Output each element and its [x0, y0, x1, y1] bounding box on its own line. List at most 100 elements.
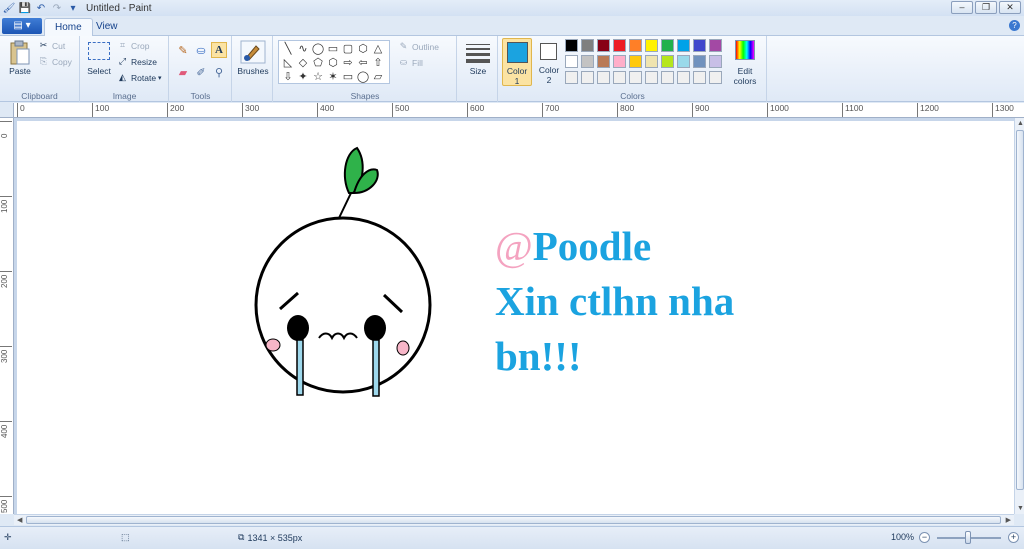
shape-option[interactable]: ⇩: [281, 70, 295, 83]
color1-button[interactable]: Color 1: [502, 38, 532, 86]
palette-swatch[interactable]: [709, 39, 722, 52]
shape-option[interactable]: △: [371, 42, 385, 55]
palette-swatch[interactable]: [613, 39, 626, 52]
restore-button[interactable]: ❐: [975, 1, 997, 14]
shape-option[interactable]: ☆: [311, 70, 325, 83]
drawing-canvas[interactable]: @Poodle Xin ctlhn nha bn!!!: [17, 121, 1014, 514]
zoom-out-button[interactable]: −: [919, 532, 930, 543]
palette-swatch[interactable]: [581, 71, 594, 84]
fill-bucket-icon[interactable]: ⛀: [193, 42, 209, 58]
pencil-icon[interactable]: ✎: [175, 42, 191, 58]
palette-swatch[interactable]: [709, 71, 722, 84]
palette-swatch[interactable]: [693, 39, 706, 52]
palette-swatch[interactable]: [629, 39, 642, 52]
shape-option[interactable]: ◯: [356, 70, 370, 83]
shape-option[interactable]: ⬡: [326, 56, 340, 69]
shape-option[interactable]: ◯: [311, 42, 325, 55]
brushes-button[interactable]: Brushes: [233, 66, 273, 76]
color2-button[interactable]: Color 2: [535, 38, 563, 86]
shape-option[interactable]: ⇦: [356, 56, 370, 69]
palette-swatch[interactable]: [581, 39, 594, 52]
size-icon[interactable]: [466, 42, 490, 63]
palette-swatch[interactable]: [645, 39, 658, 52]
paste-button[interactable]: Paste: [4, 66, 36, 76]
resize-button[interactable]: ⤢ Resize: [117, 56, 157, 67]
edit-colors-line2[interactable]: colors: [727, 76, 763, 86]
zoom-slider-thumb[interactable]: [965, 531, 971, 544]
minimize-button[interactable]: –: [951, 1, 973, 14]
palette-swatch[interactable]: [597, 39, 610, 52]
palette-swatch[interactable]: [613, 55, 626, 68]
scroll-left-icon[interactable]: ◀: [17, 516, 22, 524]
file-menu-button[interactable]: ▤ ▾: [2, 18, 42, 34]
close-button[interactable]: ✕: [999, 1, 1021, 14]
undo-icon[interactable]: ↶: [34, 1, 48, 15]
edit-colors-icon[interactable]: [735, 40, 755, 60]
paste-icon[interactable]: [9, 40, 31, 66]
palette-swatch[interactable]: [565, 55, 578, 68]
magnifier-icon[interactable]: ⚲: [211, 64, 227, 80]
fill-button[interactable]: ⛀ Fill: [398, 57, 423, 68]
palette-swatch[interactable]: [565, 71, 578, 84]
palette-swatch[interactable]: [661, 55, 674, 68]
palette-swatch[interactable]: [693, 71, 706, 84]
shape-option[interactable]: ✶: [326, 70, 340, 83]
palette-swatch[interactable]: [677, 39, 690, 52]
shape-option[interactable]: ⇧: [371, 56, 385, 69]
palette-swatch[interactable]: [677, 71, 690, 84]
scroll-up-icon[interactable]: ▲: [1017, 120, 1024, 127]
redo-icon[interactable]: ↷: [50, 1, 64, 15]
select-button[interactable]: Select: [83, 66, 115, 76]
copy-button[interactable]: ⎘ Copy: [38, 56, 72, 67]
rotate-button[interactable]: ◭ Rotate ▾: [117, 72, 162, 83]
tab-view[interactable]: View: [86, 18, 128, 37]
scroll-right-icon[interactable]: ▶: [1006, 516, 1011, 524]
palette-swatch[interactable]: [677, 55, 690, 68]
shape-option[interactable]: ⬠: [311, 56, 325, 69]
help-icon[interactable]: ?: [1009, 20, 1020, 31]
shape-option[interactable]: ⇨: [341, 56, 355, 69]
vertical-scroll-thumb[interactable]: [1016, 130, 1024, 490]
brush-icon[interactable]: [240, 40, 266, 64]
scroll-down-icon[interactable]: ▼: [1017, 505, 1024, 512]
shape-option[interactable]: ▢: [341, 42, 355, 55]
palette-swatch[interactable]: [597, 55, 610, 68]
select-icon[interactable]: [88, 42, 110, 60]
palette-swatch[interactable]: [613, 71, 626, 84]
palette-swatch[interactable]: [709, 55, 722, 68]
palette-swatch[interactable]: [645, 71, 658, 84]
palette-swatch[interactable]: [693, 55, 706, 68]
palette-swatch[interactable]: [645, 55, 658, 68]
shape-option[interactable]: ∿: [296, 42, 310, 55]
shape-option[interactable]: ◺: [281, 56, 295, 69]
paint-app-icon[interactable]: 🖌: [2, 1, 16, 15]
palette-swatch[interactable]: [629, 55, 642, 68]
shape-option[interactable]: ╲: [281, 42, 295, 55]
horizontal-scrollbar[interactable]: ◀ ▶: [14, 514, 1014, 525]
size-button[interactable]: Size: [458, 66, 498, 76]
palette-swatch[interactable]: [565, 39, 578, 52]
palette-swatch[interactable]: [581, 55, 594, 68]
shape-option[interactable]: ✦: [296, 70, 310, 83]
shape-option[interactable]: ▭: [326, 42, 340, 55]
horizontal-scroll-thumb[interactable]: [26, 516, 1001, 524]
shape-option[interactable]: ⬡: [356, 42, 370, 55]
edit-colors-line1[interactable]: Edit: [727, 66, 763, 76]
vertical-scrollbar[interactable]: ▲ ▼: [1014, 118, 1024, 514]
outline-button[interactable]: ✎ Outline: [398, 41, 439, 52]
shape-option[interactable]: ◇: [296, 56, 310, 69]
zoom-in-button[interactable]: +: [1008, 532, 1019, 543]
text-tool-icon[interactable]: A: [211, 42, 227, 58]
cut-button[interactable]: ✂ Cut: [38, 40, 66, 51]
palette-swatch[interactable]: [661, 39, 674, 52]
palette-swatch[interactable]: [629, 71, 642, 84]
crop-button[interactable]: ⌗ Crop: [117, 40, 149, 51]
save-icon[interactable]: 💾: [18, 1, 32, 15]
color-picker-icon[interactable]: ✐: [193, 64, 209, 80]
palette-swatch[interactable]: [597, 71, 610, 84]
shape-option[interactable]: ▱: [371, 70, 385, 83]
quick-access-dropdown-icon[interactable]: ▾: [66, 1, 80, 15]
palette-swatch[interactable]: [661, 71, 674, 84]
shape-option[interactable]: ▭: [341, 70, 355, 83]
eraser-icon[interactable]: ▰: [175, 64, 191, 80]
